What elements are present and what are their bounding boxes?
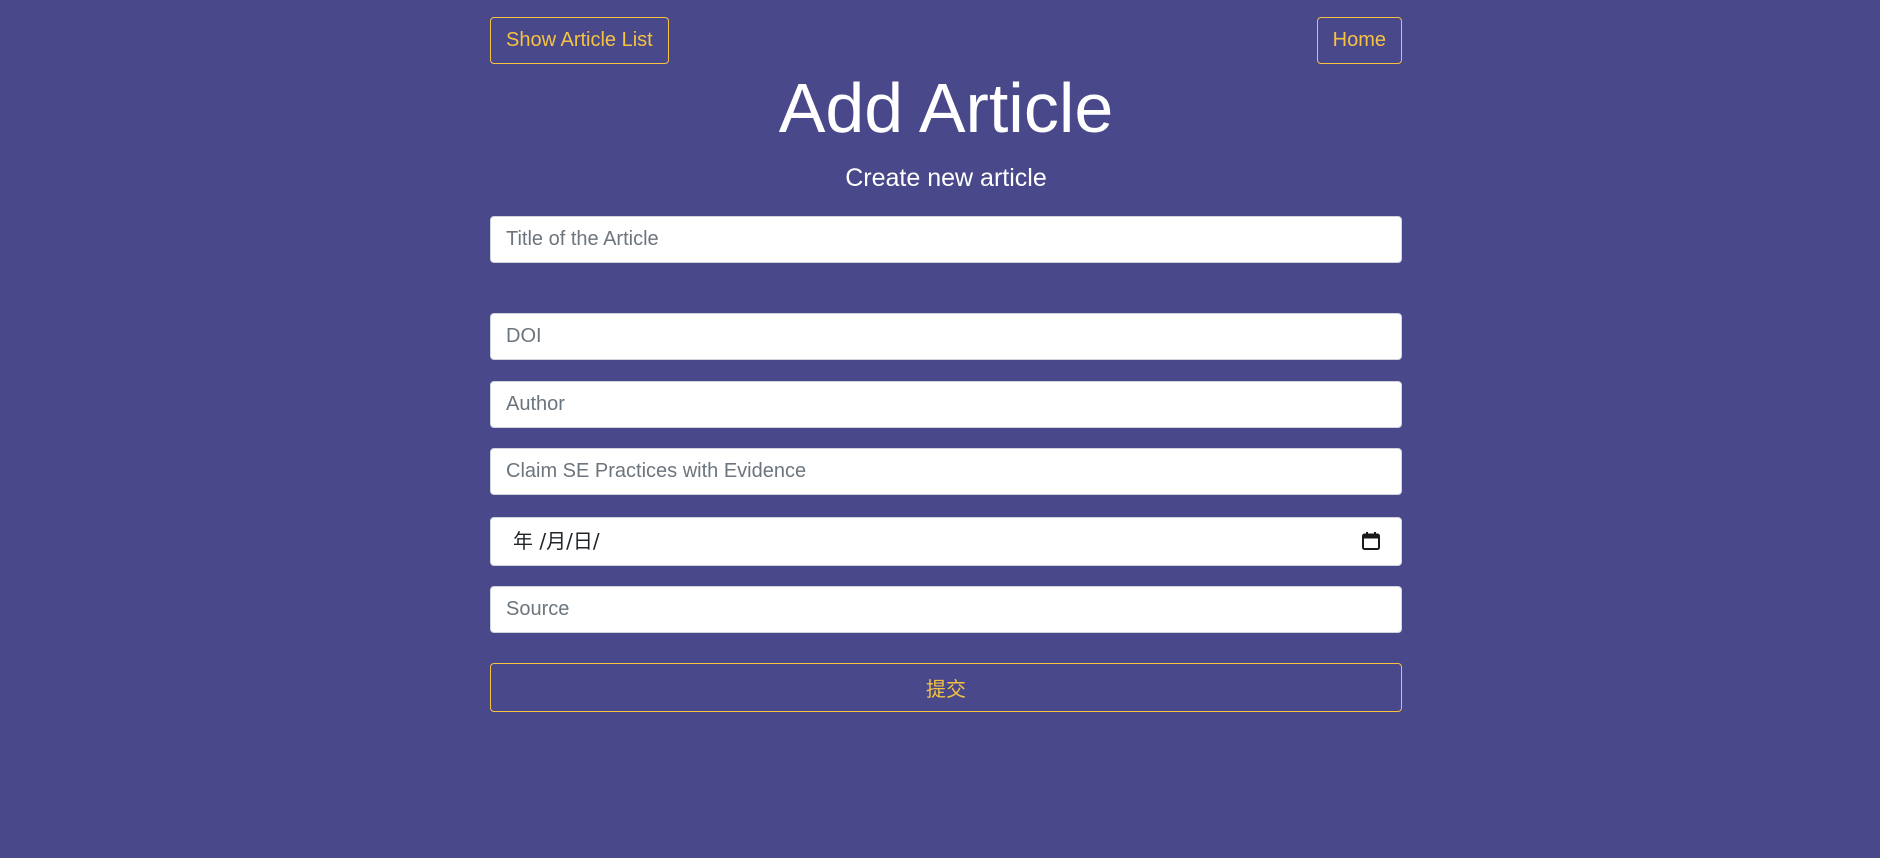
claim-input[interactable] bbox=[490, 448, 1402, 495]
date-input[interactable]: 年 /月/日/ bbox=[490, 517, 1402, 566]
page-title: Add Article bbox=[778, 69, 1114, 147]
show-article-list-button[interactable]: Show Article List bbox=[490, 17, 669, 64]
page-subtitle: Create new article bbox=[845, 164, 1047, 192]
article-title-input[interactable] bbox=[490, 216, 1402, 263]
source-input[interactable] bbox=[490, 586, 1402, 633]
home-button[interactable]: Home bbox=[1316, 17, 1402, 64]
doi-input[interactable] bbox=[490, 313, 1402, 360]
author-input[interactable] bbox=[490, 381, 1402, 428]
submit-button[interactable]: 提交 bbox=[490, 663, 1402, 712]
date-input-value: 年 /月/日/ bbox=[513, 529, 600, 553]
calendar-icon[interactable] bbox=[1361, 531, 1381, 551]
